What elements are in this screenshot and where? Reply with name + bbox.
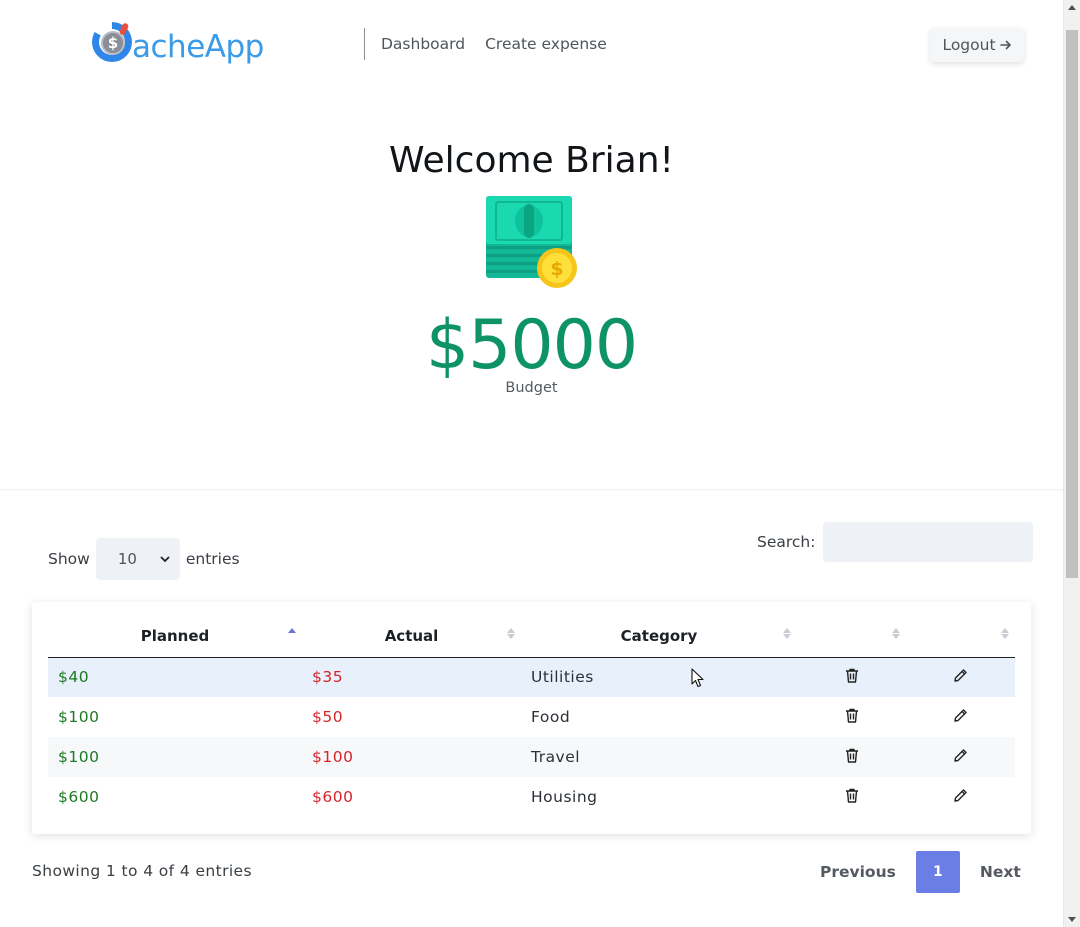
planned-cell: $40 bbox=[48, 657, 302, 697]
column-header-actual[interactable]: Actual bbox=[302, 616, 521, 658]
trash-icon[interactable] bbox=[845, 708, 859, 727]
planned-cell: $100 bbox=[58, 708, 100, 726]
sort-ascending-icon bbox=[288, 628, 296, 639]
table-header-row: Planned Actual Category bbox=[48, 616, 1015, 658]
nav-links: Dashboard Create expense bbox=[381, 35, 607, 53]
expenses-table-card: Planned Actual Category $40 $35 Utilitie… bbox=[32, 602, 1031, 834]
trash-icon[interactable] bbox=[845, 788, 859, 807]
column-header-planned[interactable]: Planned bbox=[48, 616, 302, 658]
sort-icon bbox=[1001, 628, 1009, 639]
planned-cell: $100 bbox=[48, 737, 302, 777]
table-row[interactable]: $100 $50 Food bbox=[48, 697, 1015, 737]
logout-button[interactable]: Logout bbox=[930, 28, 1024, 62]
budget-amount: $5000 bbox=[425, 306, 638, 385]
search-input[interactable] bbox=[823, 522, 1034, 562]
entries-label: entries bbox=[185, 550, 240, 568]
next-page-button[interactable]: Next bbox=[966, 863, 1035, 881]
page-length-control: Show 10 entries bbox=[48, 538, 240, 580]
category-cell: Food bbox=[531, 708, 571, 726]
mouse-cursor-icon bbox=[691, 668, 704, 688]
category-cell: Housing bbox=[531, 788, 598, 806]
previous-page-button[interactable]: Previous bbox=[806, 863, 910, 881]
svg-text:$: $ bbox=[550, 258, 563, 280]
table-row[interactable]: $40 $35 Utilities bbox=[48, 657, 1015, 697]
scroll-up-icon[interactable] bbox=[1068, 5, 1076, 10]
scroll-down-icon[interactable] bbox=[1068, 917, 1076, 922]
arrow-right-icon bbox=[999, 40, 1011, 50]
page-length-select[interactable]: 10 bbox=[95, 538, 180, 580]
sort-icon bbox=[783, 628, 791, 639]
logo-text: acheApp bbox=[132, 29, 264, 65]
page-length-value: 10 bbox=[117, 550, 137, 568]
sort-icon bbox=[892, 628, 900, 639]
chevron-down-icon bbox=[160, 555, 170, 562]
app-logo[interactable]: $ acheApp bbox=[92, 18, 264, 68]
logout-label: Logout bbox=[942, 36, 996, 54]
planned-cell: $600 bbox=[58, 788, 100, 806]
trash-icon[interactable] bbox=[845, 668, 859, 687]
pencil-icon[interactable] bbox=[953, 708, 968, 727]
money-bills-coin-icon: $ bbox=[486, 196, 577, 288]
category-cell: Travel bbox=[521, 737, 797, 777]
budget-label: Budget bbox=[505, 380, 558, 396]
page-button-current[interactable]: 1 bbox=[915, 851, 960, 893]
navbar: $ acheApp Dashboard Create expense Logou… bbox=[0, 0, 1063, 90]
welcome-heading: Welcome Brian! bbox=[389, 140, 674, 181]
actual-cell: $100 bbox=[302, 737, 521, 777]
pencil-icon[interactable] bbox=[953, 748, 968, 767]
section-divider bbox=[0, 489, 1063, 490]
scrollbar-thumb[interactable] bbox=[1066, 30, 1078, 578]
actual-cell: $35 bbox=[302, 657, 521, 697]
vertical-scrollbar[interactable] bbox=[1063, 0, 1080, 927]
logo-coin-icon: $ bbox=[92, 22, 134, 64]
search-label: Search: bbox=[757, 533, 816, 551]
nav-divider bbox=[364, 28, 365, 60]
nav-link-dashboard[interactable]: Dashboard bbox=[381, 35, 465, 53]
pencil-icon[interactable] bbox=[953, 668, 968, 687]
actual-cell: $50 bbox=[312, 708, 344, 726]
pagination: Previous 1 Next bbox=[806, 851, 1035, 893]
pencil-icon[interactable] bbox=[953, 788, 968, 807]
table-row[interactable]: $100 $100 Travel bbox=[48, 737, 1015, 777]
actual-cell: $600 bbox=[312, 788, 354, 806]
column-header-delete[interactable] bbox=[797, 616, 906, 658]
expenses-table: Planned Actual Category $40 $35 Utilitie… bbox=[48, 616, 1015, 817]
column-header-category[interactable]: Category bbox=[521, 616, 797, 658]
sort-icon bbox=[507, 628, 515, 639]
search-control: Search: bbox=[757, 522, 1034, 562]
nav-link-create-expense[interactable]: Create expense bbox=[485, 35, 607, 53]
table-info: Showing 1 to 4 of 4 entries bbox=[32, 862, 252, 880]
category-cell: Utilities bbox=[521, 657, 797, 697]
show-label: Show bbox=[48, 550, 90, 568]
column-header-edit[interactable] bbox=[906, 616, 1015, 658]
trash-icon[interactable] bbox=[845, 748, 859, 767]
table-row[interactable]: $600 $600 Housing bbox=[48, 777, 1015, 817]
